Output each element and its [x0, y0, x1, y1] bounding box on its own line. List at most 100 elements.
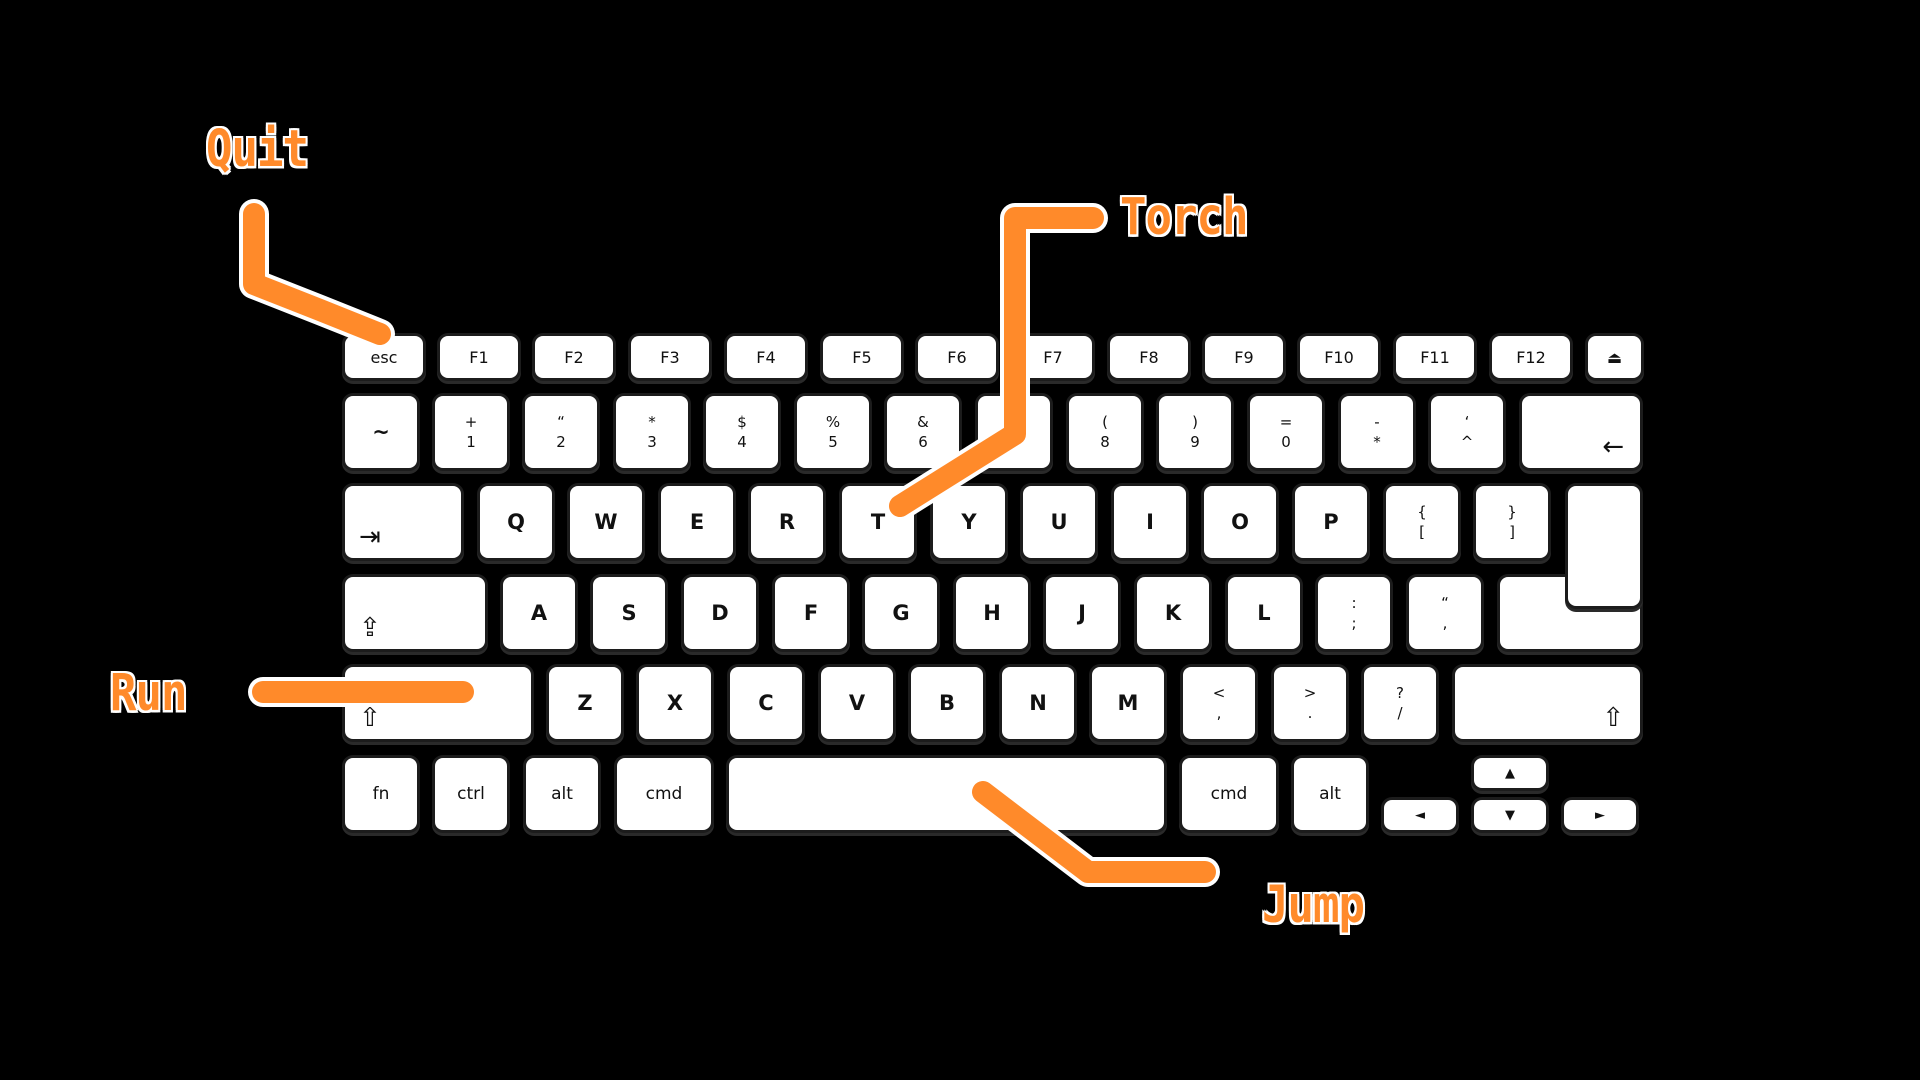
- key-label: M: [1117, 691, 1139, 715]
- key-space[interactable]: [729, 758, 1164, 830]
- key-f9[interactable]: F9: [1205, 336, 1283, 378]
- key-g[interactable]: G: [865, 577, 937, 649]
- key-blank[interactable]: :;: [1318, 577, 1390, 649]
- key-symbol: >: [1303, 684, 1317, 702]
- key-j[interactable]: J: [1046, 577, 1118, 649]
- key-f10[interactable]: F10: [1300, 336, 1378, 378]
- key-arrow-up[interactable]: ▲: [1474, 758, 1546, 788]
- key-v[interactable]: V: [821, 667, 893, 739]
- key-eject[interactable]: ⏏: [1588, 336, 1641, 378]
- key-f6[interactable]: F6: [918, 336, 996, 378]
- key-1[interactable]: +1: [435, 396, 507, 468]
- key-cmd[interactable]: cmd: [617, 758, 711, 830]
- key-n[interactable]: N: [1002, 667, 1074, 739]
- key-symbol: &: [917, 413, 929, 431]
- key-c[interactable]: C: [730, 667, 802, 739]
- key-character: 3: [647, 433, 657, 451]
- key-label: ~: [372, 420, 390, 444]
- key-x[interactable]: X: [639, 667, 711, 739]
- key-t[interactable]: T: [842, 486, 914, 558]
- key-label: R: [778, 510, 796, 534]
- key-f1[interactable]: F1: [440, 336, 518, 378]
- key-u[interactable]: U: [1023, 486, 1095, 558]
- key-ctrl[interactable]: ctrl: [435, 758, 507, 830]
- key-tab[interactable]: ⇥: [345, 486, 461, 558]
- key-label: F3: [660, 347, 680, 367]
- key-character: 2: [556, 433, 566, 451]
- key-3[interactable]: * 3: [616, 396, 688, 468]
- key-symbol: ?: [1396, 684, 1404, 702]
- key-character: 0: [1281, 433, 1291, 451]
- key-z[interactable]: Z: [549, 667, 621, 739]
- key-0[interactable]: = 0: [1250, 396, 1322, 468]
- key-blank[interactable]: <,: [1183, 667, 1255, 739]
- key-alt[interactable]: alt: [1294, 758, 1366, 830]
- key-blank[interactable]: [978, 396, 1050, 468]
- key-f12[interactable]: F12: [1492, 336, 1570, 378]
- key-p[interactable]: P: [1295, 486, 1367, 558]
- key-f5[interactable]: F5: [823, 336, 901, 378]
- key-character: ]: [1509, 523, 1515, 541]
- key-backspace[interactable]: ←: [1522, 396, 1640, 468]
- key-cmd[interactable]: cmd: [1182, 758, 1276, 830]
- key-blank[interactable]: {[: [1386, 486, 1458, 558]
- key-arrow-left[interactable]: ◄: [1384, 800, 1456, 830]
- key-blank[interactable]: ‘^: [1431, 396, 1503, 468]
- key-f2[interactable]: F2: [535, 336, 613, 378]
- key-label: alt: [1319, 784, 1341, 804]
- key-w[interactable]: W: [570, 486, 642, 558]
- key-k[interactable]: K: [1137, 577, 1209, 649]
- key-5[interactable]: % 5: [797, 396, 869, 468]
- key-f[interactable]: F: [775, 577, 847, 649]
- key-2[interactable]: “2: [525, 396, 597, 468]
- key-f8[interactable]: F8: [1110, 336, 1188, 378]
- key-right-shift[interactable]: ⇧: [1455, 667, 1640, 739]
- key-character: .: [1307, 704, 1313, 722]
- key-blank[interactable]: ~: [345, 396, 417, 468]
- key-h[interactable]: H: [956, 577, 1028, 649]
- key-6[interactable]: & 6: [887, 396, 959, 468]
- key-blank[interactable]: - *: [1341, 396, 1413, 468]
- left-shift-icon: ⇧: [359, 703, 381, 733]
- key-m[interactable]: M: [1092, 667, 1164, 739]
- key-f7[interactable]: F7: [1014, 336, 1092, 378]
- right-shift-icon: ⇧: [1602, 703, 1624, 733]
- key-label: cmd: [645, 784, 683, 804]
- key-f11[interactable]: F11: [1396, 336, 1474, 378]
- key-fn[interactable]: fn: [345, 758, 417, 830]
- key-i[interactable]: I: [1114, 486, 1186, 558]
- key-left-shift[interactable]: ⇧: [345, 667, 531, 739]
- key-arrow-down[interactable]: ▼: [1474, 800, 1546, 830]
- key-l[interactable]: L: [1228, 577, 1300, 649]
- key-a[interactable]: A: [503, 577, 575, 649]
- key-blank[interactable]: }]: [1476, 486, 1548, 558]
- key-o[interactable]: O: [1204, 486, 1276, 558]
- key-character: *: [1373, 433, 1381, 451]
- key-label: F2: [564, 347, 584, 367]
- key-d[interactable]: D: [684, 577, 756, 649]
- key-f3[interactable]: F3: [631, 336, 709, 378]
- key-blank[interactable]: “,: [1409, 577, 1481, 649]
- key-8[interactable]: (8: [1069, 396, 1141, 468]
- key-arrow-right[interactable]: ►: [1564, 800, 1636, 830]
- key-caps-lock[interactable]: ⇪: [345, 577, 485, 649]
- key-character: /: [1397, 704, 1403, 722]
- key-enter-upper[interactable]: [1568, 486, 1640, 606]
- key-blank[interactable]: ? /: [1364, 667, 1436, 739]
- key-4[interactable]: $4: [706, 396, 778, 468]
- key-e[interactable]: E: [661, 486, 733, 558]
- key-label: G: [892, 601, 910, 625]
- key-label: cmd: [1210, 784, 1248, 804]
- key-s[interactable]: S: [593, 577, 665, 649]
- key-9[interactable]: ) 9: [1159, 396, 1231, 468]
- key-label: ►: [1595, 807, 1605, 823]
- key-esc[interactable]: esc: [345, 336, 423, 378]
- key-r[interactable]: R: [751, 486, 823, 558]
- key-blank[interactable]: >.: [1274, 667, 1346, 739]
- key-alt[interactable]: alt: [526, 758, 598, 830]
- key-b[interactable]: B: [911, 667, 983, 739]
- jump-label: Jump: [1262, 876, 1365, 935]
- key-f4[interactable]: F4: [727, 336, 805, 378]
- key-y[interactable]: Y: [933, 486, 1005, 558]
- key-q[interactable]: Q: [480, 486, 552, 558]
